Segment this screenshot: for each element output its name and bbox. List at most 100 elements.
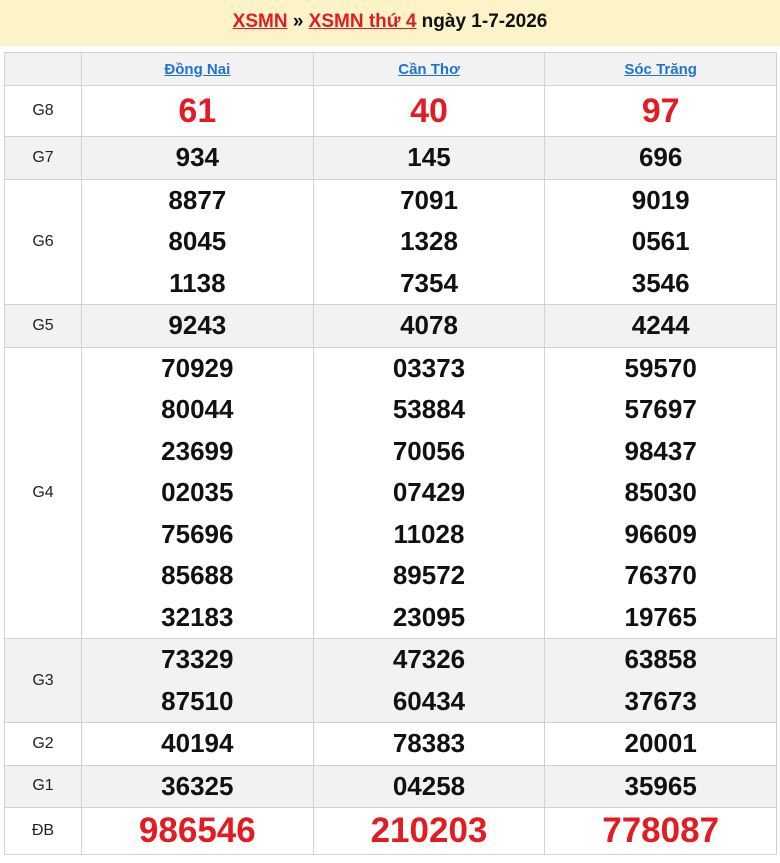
prize-cell: 73329 87510 <box>81 638 314 723</box>
prize-number: 696 <box>638 142 683 172</box>
province-link-soc-trang[interactable]: Sóc Trăng <box>624 61 697 78</box>
prize-label: G7 <box>4 136 82 180</box>
prize-number: 59570 <box>624 352 697 383</box>
prize-cell: 986546 <box>81 807 314 855</box>
province-header-can-tho: Cần Thơ <box>312 52 546 86</box>
prize-cell: 61 <box>81 85 314 137</box>
prize-row-g8: G8 61 40 97 <box>4 85 777 137</box>
prize-row-g2: G2 40194 78383 20001 <box>4 722 777 766</box>
prize-cell: 20001 <box>544 722 777 766</box>
prize-number: 35965 <box>624 770 697 801</box>
prize-number: 87510 <box>161 685 234 716</box>
prize-number: 02035 <box>161 477 234 507</box>
prize-label: G4 <box>4 346 82 639</box>
prize-number: 53884 <box>392 394 466 424</box>
prize-number: 98437 <box>624 435 697 466</box>
prize-label: ĐB <box>4 807 82 855</box>
prize-cell: 70929 80044 23699 02035 75696 85688 3218… <box>81 346 314 639</box>
prize-row-g6: G6 8877 8045 1138 7091 1328 7354 9019 05… <box>4 178 777 305</box>
prize-number: 32183 <box>161 601 234 632</box>
prize-cell: 47326 60434 <box>312 638 546 723</box>
prize-number: 4244 <box>631 310 690 340</box>
prize-number: 20001 <box>624 728 697 758</box>
prize-cell: 03373 53884 70056 07429 11028 89572 2309… <box>312 346 546 639</box>
prize-number: 40 <box>410 92 448 130</box>
prize-row-special: ĐB 986546 210203 778087 <box>4 807 777 855</box>
prize-number: 70929 <box>161 352 234 383</box>
prize-number: 145 <box>407 142 451 172</box>
prize-cell: 59570 57697 98437 85030 96609 76370 1976… <box>544 346 777 639</box>
prize-number: 7091 <box>400 184 458 215</box>
province-link-can-tho[interactable]: Cần Thơ <box>398 61 460 78</box>
prize-cell: 696 <box>544 136 777 180</box>
prize-row-g7: G7 934 145 696 <box>4 136 777 180</box>
prize-cell: 04258 <box>312 764 546 808</box>
prize-number: 47326 <box>392 644 466 674</box>
prize-number: 07429 <box>392 477 466 507</box>
prize-cell: 63858 37673 <box>544 638 777 723</box>
province-header-soc-trang: Sóc Trăng <box>544 52 777 86</box>
prize-cell: 7091 1328 7354 <box>312 178 546 305</box>
prize-number: 19765 <box>624 601 697 632</box>
prize-number: 40194 <box>161 728 234 758</box>
prize-number: 1328 <box>400 226 458 256</box>
prize-cell: 78383 <box>312 722 546 766</box>
breadcrumb-separator: » <box>287 11 309 32</box>
prize-number: 76370 <box>624 560 697 590</box>
prize-label: G8 <box>4 85 82 137</box>
prize-cell: 40194 <box>81 722 314 766</box>
prize-number: 4078 <box>400 310 458 340</box>
prize-number: 85030 <box>624 477 697 507</box>
xsmn-wednesday-link[interactable]: XSMN thứ 4 <box>309 11 417 32</box>
prize-cell: 8877 8045 1138 <box>81 178 314 305</box>
results-table: Đồng Nai Cần Thơ Sóc Trăng G8 61 40 97 G… <box>4 52 777 855</box>
corner-cell <box>4 52 82 86</box>
xsmn-link[interactable]: XSMN <box>233 11 288 32</box>
prize-row-g3: G3 73329 87510 47326 60434 63858 37673 <box>4 638 777 723</box>
province-header-row: Đồng Nai Cần Thơ Sóc Trăng <box>4 52 777 86</box>
prize-number: 23095 <box>392 601 466 632</box>
prize-number: 11028 <box>393 518 465 549</box>
prize-row-g4: G4 70929 80044 23699 02035 75696 85688 3… <box>4 346 777 639</box>
prize-number: 85688 <box>161 560 234 590</box>
prize-label: G3 <box>4 638 82 723</box>
special-prize-number: 986546 <box>138 811 256 850</box>
prize-number: 03373 <box>392 352 466 383</box>
prize-number: 80044 <box>161 394 234 424</box>
prize-number: 8045 <box>168 226 227 256</box>
prize-cell: 9243 <box>81 304 314 348</box>
province-link-dong-nai[interactable]: Đồng Nai <box>164 61 230 78</box>
prize-label: G6 <box>4 178 82 305</box>
prize-cell: 4244 <box>544 304 777 348</box>
prize-number: 75696 <box>161 518 234 549</box>
prize-number: 97 <box>641 92 680 130</box>
prize-cell: 4078 <box>312 304 546 348</box>
special-prize-number: 210203 <box>370 811 488 850</box>
prize-number: 63858 <box>624 644 697 674</box>
prize-number: 934 <box>175 142 220 172</box>
prize-number: 3546 <box>631 267 690 298</box>
prize-row-g5: G5 9243 4078 4244 <box>4 304 777 348</box>
prize-cell: 9019 0561 3546 <box>544 178 777 305</box>
page-title-bar: XSMN » XSMN thứ 4 ngày 1-7-2026 <box>0 0 780 46</box>
prize-number: 1138 <box>169 267 226 298</box>
prize-number: 36325 <box>161 770 234 801</box>
prize-cell: 97 <box>544 85 777 137</box>
prize-cell: 35965 <box>544 764 777 808</box>
prize-number: 57697 <box>624 394 697 424</box>
prize-number: 60434 <box>392 685 466 716</box>
prize-cell: 36325 <box>81 764 314 808</box>
prize-label: G5 <box>4 304 82 348</box>
prize-cell: 778087 <box>544 807 777 855</box>
prize-number: 9019 <box>631 184 690 215</box>
prize-row-g1: G1 36325 04258 35965 <box>4 764 777 808</box>
prize-number: 8877 <box>168 184 227 215</box>
prize-number: 61 <box>178 92 217 130</box>
prize-number: 78383 <box>392 728 466 758</box>
prize-number: 23699 <box>161 435 234 466</box>
prize-label: G2 <box>4 722 82 766</box>
prize-cell: 210203 <box>312 807 546 855</box>
prize-cell: 934 <box>81 136 314 180</box>
prize-number: 7354 <box>400 267 458 298</box>
prize-number: 96609 <box>624 518 697 549</box>
